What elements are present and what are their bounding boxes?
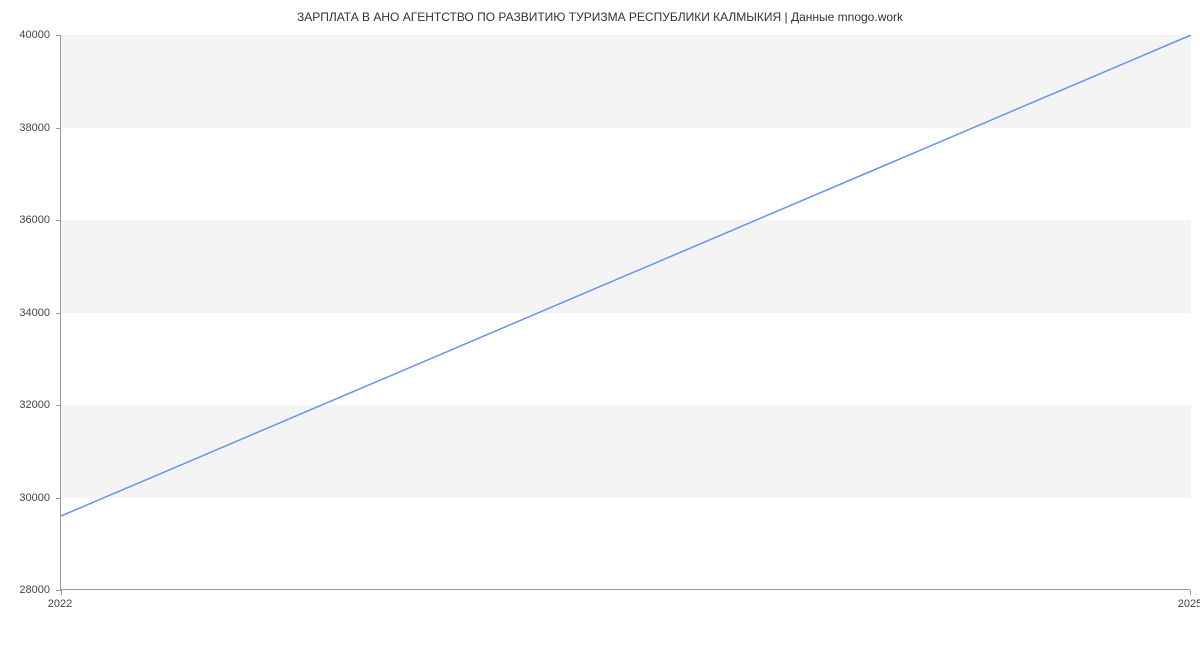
y-tick-label: 32000 — [0, 399, 50, 411]
chart-line-series — [61, 35, 1191, 590]
x-tick-label: 2022 — [48, 598, 72, 610]
x-tick — [61, 590, 62, 595]
y-tick-label: 28000 — [0, 584, 50, 596]
x-tick-label: 2025 — [1178, 598, 1200, 610]
plot-background — [60, 35, 1190, 590]
y-tick-label: 38000 — [0, 122, 50, 134]
chart-title: ЗАРПЛАТА В АНО АГЕНТСТВО ПО РАЗВИТИЮ ТУР… — [0, 0, 1200, 24]
y-tick-label: 30000 — [0, 492, 50, 504]
y-tick-label: 40000 — [0, 29, 50, 41]
y-tick-label: 36000 — [0, 214, 50, 226]
chart-plot-area: 40000 38000 36000 34000 32000 30000 2800… — [60, 35, 1190, 590]
y-tick-label: 34000 — [0, 307, 50, 319]
x-tick — [1190, 590, 1191, 595]
